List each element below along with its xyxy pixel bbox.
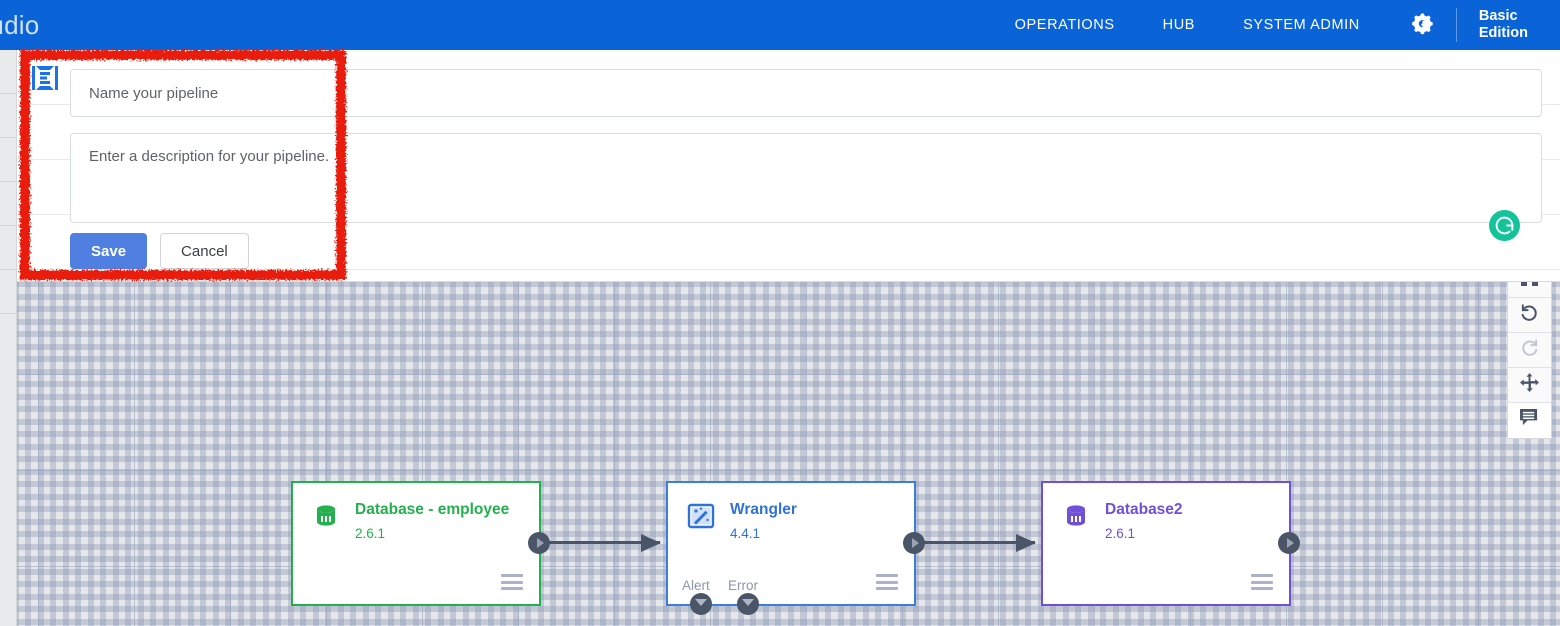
- pipeline-name-input[interactable]: [70, 69, 1542, 117]
- undo-icon: [1520, 303, 1539, 327]
- top-header: tudio OPERATIONS HUB SYSTEM ADMIN: [0, 0, 1560, 50]
- sidebar-strip-segment[interactable]: [0, 50, 16, 94]
- brand-title: tudio: [0, 9, 40, 40]
- save-button[interactable]: Save: [70, 233, 148, 269]
- triangle-down-icon: [695, 599, 707, 611]
- connector-db-employee-to-wrangler: [540, 533, 661, 552]
- node-output-port[interactable]: [903, 532, 925, 554]
- node-version: 4.4.1: [730, 526, 761, 541]
- sidebar-strip-segment[interactable]: [0, 182, 16, 226]
- pipeline-node-database-employee[interactable]: Database - employee 2.6.1: [291, 481, 550, 606]
- redo-icon: [1520, 338, 1539, 362]
- node-error-label: Error: [728, 578, 758, 593]
- play-triangle-icon: [536, 538, 544, 548]
- node-version: 2.6.1: [355, 526, 386, 541]
- node-output-port[interactable]: [528, 532, 550, 554]
- edition-line-1: Basic: [1478, 8, 1518, 24]
- wrangler-wand-icon: [686, 501, 716, 531]
- move-arrows-icon: [1520, 373, 1539, 397]
- pipeline-node-wrangler[interactable]: Wrangler 4.4.1 Alert Error: [666, 481, 925, 615]
- header-divider: [1455, 8, 1457, 42]
- pipeline-description-input[interactable]: [70, 133, 1542, 223]
- nav-item-operations[interactable]: OPERATIONS: [991, 0, 1139, 50]
- node-menu-icon[interactable]: [1251, 574, 1273, 590]
- node-menu-icon[interactable]: [501, 574, 523, 590]
- node-text-block: Wrangler 4.4.1: [730, 501, 797, 541]
- node-text-block: Database - employee 2.6.1: [355, 501, 509, 541]
- node-header: Database - employee 2.6.1: [293, 483, 539, 541]
- node-title: Database2: [1105, 501, 1183, 518]
- node-version: 2.6.1: [1105, 526, 1136, 541]
- comment-button[interactable]: [1508, 403, 1551, 438]
- play-triangle-icon: [1286, 538, 1294, 548]
- database-icon: [311, 501, 341, 531]
- sidebar-strip-segment[interactable]: [0, 94, 16, 138]
- edition-badge: Basic Edition: [1461, 8, 1560, 42]
- gears-icon: [1410, 11, 1436, 40]
- undo-button[interactable]: [1508, 298, 1551, 333]
- pipeline-node-database2[interactable]: Database2 2.6.1: [1041, 481, 1300, 606]
- comment-icon: [1520, 409, 1539, 432]
- grammarly-icon[interactable]: [1489, 210, 1520, 241]
- cancel-button[interactable]: Cancel: [160, 233, 249, 269]
- arrow-head-icon: [1016, 533, 1036, 552]
- canvas-toolbar: [1507, 262, 1552, 439]
- pipeline-metadata-panel: Save Cancel: [17, 50, 1560, 282]
- node-alert-port[interactable]: [690, 593, 712, 615]
- node-output-port[interactable]: [1278, 532, 1300, 554]
- header-nav: OPERATIONS HUB SYSTEM ADMIN Basic Editio…: [991, 0, 1560, 50]
- edition-line-2: Edition: [1478, 25, 1528, 41]
- arrow-head-icon: [641, 533, 661, 552]
- node-header: Wrangler 4.4.1: [668, 483, 914, 541]
- triangle-down-icon: [742, 599, 754, 611]
- node-title: Wrangler: [730, 501, 797, 518]
- node-alert-label: Alert: [682, 578, 710, 593]
- nav-item-hub[interactable]: HUB: [1139, 0, 1219, 50]
- database-icon: [1061, 501, 1091, 531]
- form-actions: Save Cancel: [70, 233, 249, 269]
- left-sidebar-strip: [0, 50, 17, 626]
- node-title: Database - employee: [355, 501, 510, 518]
- pan-button[interactable]: [1508, 368, 1551, 403]
- sidebar-strip-segment[interactable]: [0, 138, 16, 182]
- application-window: tudio OPERATIONS HUB SYSTEM ADMIN: [0, 0, 1560, 626]
- node-text-block: Database2 2.6.1: [1105, 501, 1183, 541]
- node-header: Database2 2.6.1: [1043, 483, 1289, 541]
- settings-button[interactable]: [1384, 11, 1456, 40]
- pipeline-logo-icon: [31, 64, 59, 92]
- play-triangle-icon: [911, 538, 919, 548]
- sidebar-strip-segment[interactable]: [0, 270, 16, 314]
- node-error-port[interactable]: [737, 593, 759, 615]
- nav-item-system-admin[interactable]: SYSTEM ADMIN: [1219, 0, 1384, 50]
- node-menu-icon[interactable]: [876, 574, 898, 590]
- sidebar-strip-segment[interactable]: [0, 226, 16, 270]
- redo-button[interactable]: [1508, 333, 1551, 368]
- connector-wrangler-to-database2: [915, 533, 1036, 552]
